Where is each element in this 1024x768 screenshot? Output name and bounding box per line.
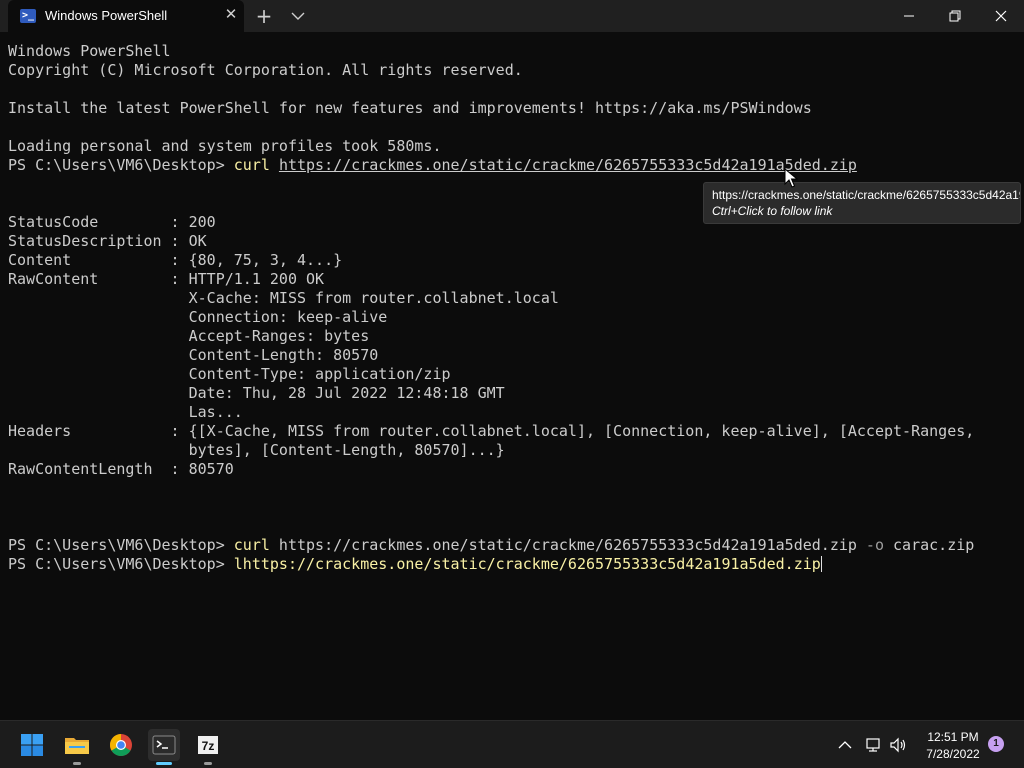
typed-input[interactable]: lhttps://crackmes.one/static/crackme/626… bbox=[234, 555, 821, 573]
tab-title: Windows PowerShell bbox=[45, 8, 168, 23]
loading-line: Loading personal and system profiles too… bbox=[8, 137, 442, 155]
powershell-icon: >_ bbox=[20, 9, 36, 23]
new-tab-button[interactable]: + bbox=[252, 4, 276, 28]
chrome-button[interactable] bbox=[105, 729, 137, 761]
output-line: StatusDescription : OK bbox=[8, 232, 207, 250]
folder-icon bbox=[65, 738, 89, 754]
restore-button[interactable] bbox=[932, 0, 978, 32]
output-line: Date: Thu, 28 Jul 2022 12:48:18 GMT bbox=[8, 384, 505, 402]
copyright-line: Copyright (C) Microsoft Corporation. All… bbox=[8, 61, 523, 79]
command-name: curl bbox=[233, 536, 270, 554]
prompt: PS C:\Users\VM6\Desktop> bbox=[8, 536, 234, 554]
header-line: Windows PowerShell bbox=[8, 42, 171, 60]
windows-logo-icon bbox=[21, 734, 43, 756]
terminal-pane[interactable]: Windows PowerShell Copyright (C) Microso… bbox=[0, 32, 1024, 720]
output-line: Content-Length: 80570 bbox=[8, 346, 379, 364]
terminal-taskbar-button[interactable] bbox=[148, 729, 180, 765]
tooltip-hint: Ctrl+Click to follow link bbox=[712, 204, 833, 218]
output-line: StatusCode : 200 bbox=[8, 213, 216, 231]
output-line: Headers : {[X-Cache, MISS from router.co… bbox=[8, 422, 975, 440]
show-hidden-icons-chevron-icon[interactable] bbox=[836, 735, 854, 755]
clock-time[interactable]: 12:51 PM bbox=[918, 730, 988, 744]
output-line: Connection: keep-alive bbox=[8, 308, 388, 326]
tab-close-icon[interactable]: ✕ bbox=[222, 6, 240, 24]
prompt: PS C:\Users\VM6\Desktop> bbox=[8, 555, 234, 573]
output-line: RawContent : HTTP/1.1 200 OK bbox=[8, 270, 325, 288]
file-explorer-button[interactable] bbox=[61, 729, 93, 765]
command-line-2: PS C:\Users\VM6\Desktop> curl https://cr… bbox=[8, 536, 974, 555]
text-cursor bbox=[820, 556, 822, 572]
clock-date[interactable]: 7/28/2022 bbox=[918, 747, 988, 761]
close-window-button[interactable] bbox=[978, 0, 1024, 32]
command-argument: carac.zip bbox=[884, 536, 975, 554]
taskbar: 7z 12:51 PM 7/28/2022 bbox=[0, 720, 1024, 768]
output-line: RawContentLength : 80570 bbox=[8, 460, 234, 478]
command-option: -o bbox=[856, 536, 884, 554]
7zip-button[interactable]: 7z bbox=[192, 729, 224, 765]
prompt: PS C:\Users\VM6\Desktop> bbox=[8, 156, 234, 174]
title-bar: >_ Windows PowerShell ✕ + bbox=[0, 0, 1024, 32]
minimize-button[interactable] bbox=[886, 0, 932, 32]
chrome-icon bbox=[110, 734, 132, 756]
output-line: Las... bbox=[8, 403, 243, 421]
tooltip-url: https://crackmes.one/static/crackme/6265… bbox=[712, 188, 1020, 202]
command-url: https://crackmes.one/static/crackme/6265… bbox=[269, 536, 857, 554]
install-line: Install the latest PowerShell for new fe… bbox=[8, 99, 812, 117]
link-tooltip: https://crackmes.one/static/crackme/6265… bbox=[703, 182, 1021, 224]
network-icon[interactable] bbox=[864, 735, 882, 755]
tab-windows-powershell[interactable]: >_ Windows PowerShell ✕ bbox=[8, 0, 244, 32]
output-line: Content-Type: application/zip bbox=[8, 365, 451, 383]
url-link[interactable]: https://crackmes.one/static/crackme/6265… bbox=[279, 156, 857, 174]
output-line: bytes], [Content-Length, 80570]...} bbox=[8, 441, 505, 459]
tab-dropdown-chevron-icon[interactable] bbox=[286, 4, 310, 28]
7zip-label: 7z bbox=[202, 739, 215, 753]
output-line: X-Cache: MISS from router.collabnet.loca… bbox=[8, 289, 559, 307]
terminal-icon bbox=[152, 735, 176, 755]
start-button[interactable] bbox=[16, 729, 48, 761]
output-line: Content : {80, 75, 3, 4...} bbox=[8, 251, 343, 269]
mouse-pointer-icon bbox=[784, 168, 798, 188]
running-indicator bbox=[73, 762, 81, 765]
volume-icon[interactable] bbox=[888, 735, 908, 755]
command-name: curl bbox=[233, 156, 270, 174]
output-line: Accept-Ranges: bytes bbox=[8, 327, 370, 345]
command-line-input[interactable]: PS C:\Users\VM6\Desktop> lhttps://crackm… bbox=[8, 555, 822, 574]
7zip-icon: 7z bbox=[198, 736, 218, 754]
notification-badge[interactable]: 1 bbox=[988, 736, 1004, 752]
running-indicator bbox=[204, 762, 212, 765]
active-indicator bbox=[156, 762, 172, 765]
command-line-1: PS C:\Users\VM6\Desktop> curl https://cr… bbox=[8, 156, 857, 175]
